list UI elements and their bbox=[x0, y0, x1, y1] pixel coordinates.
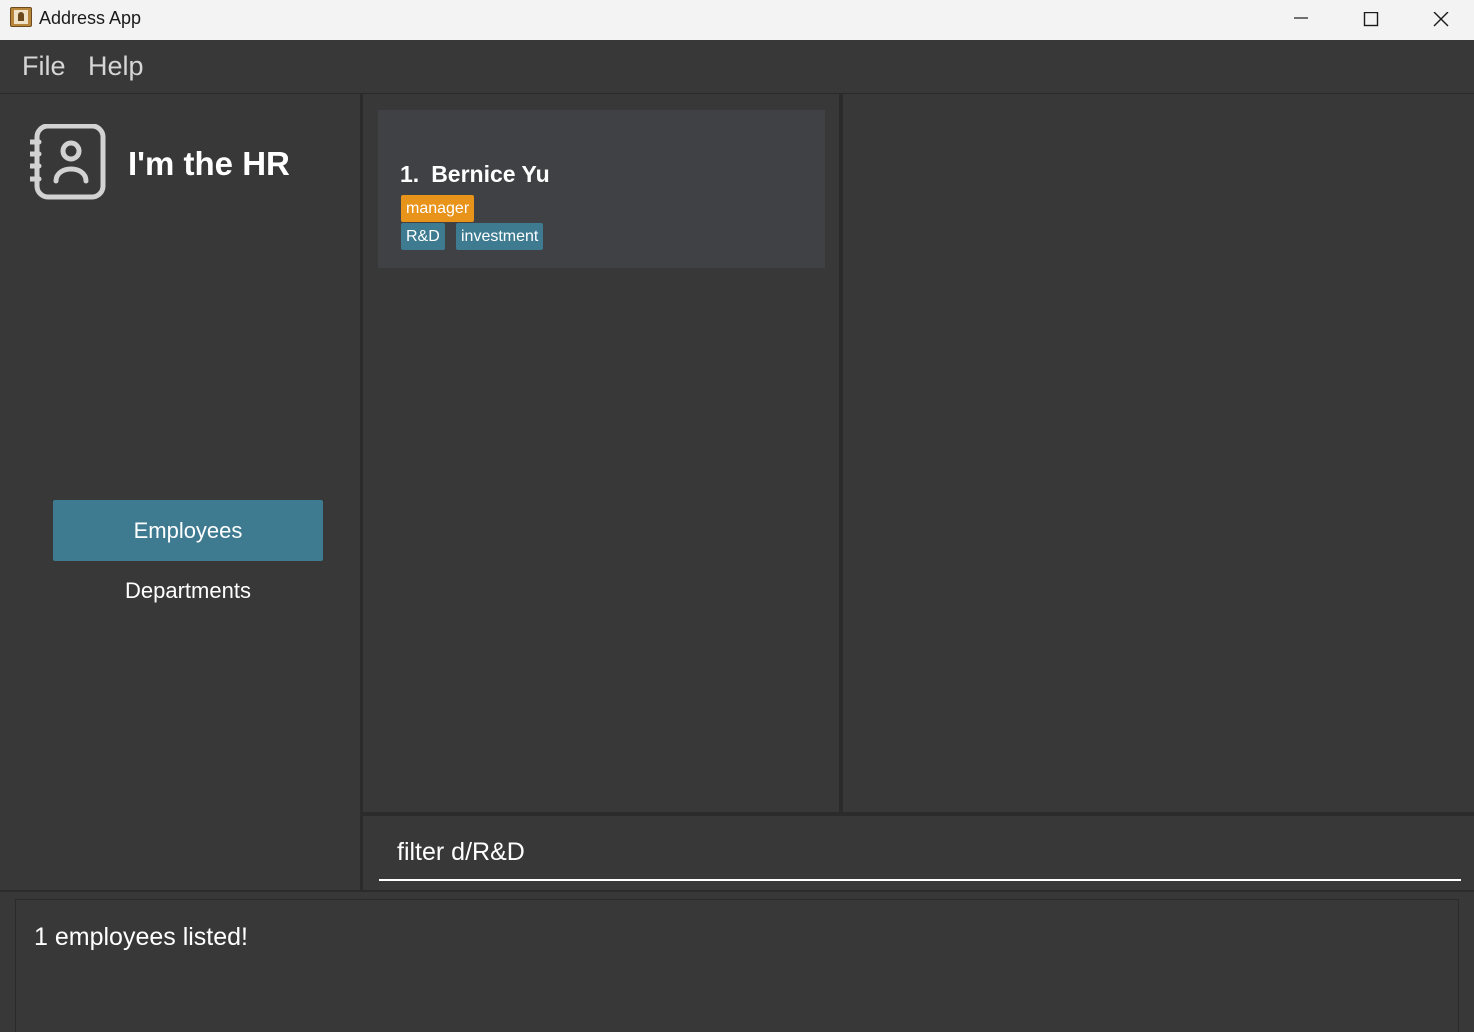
close-button[interactable] bbox=[1406, 0, 1474, 40]
nav-employees-button[interactable]: Employees bbox=[53, 500, 323, 561]
employee-index: 1. bbox=[400, 161, 420, 187]
close-icon bbox=[1433, 12, 1449, 27]
result-display[interactable]: 1 employees listed! bbox=[15, 899, 1459, 1032]
result-area: 1 employees listed! bbox=[0, 892, 1474, 1032]
result-message: 1 employees listed! bbox=[34, 923, 249, 951]
department-tag: investment bbox=[456, 223, 544, 250]
menu-bar: File Help bbox=[0, 40, 1474, 94]
minimize-icon bbox=[1294, 17, 1308, 19]
employee-name: Bernice Yu bbox=[431, 161, 550, 187]
window-title: Address App bbox=[39, 8, 142, 28]
employee-name-line: 1. Bernice Yu bbox=[400, 160, 550, 188]
employee-card[interactable]: 1. Bernice Yu manager R&D investment bbox=[378, 110, 825, 268]
sidebar: I'm the HR Employees Departments bbox=[0, 94, 360, 890]
address-book-icon bbox=[10, 7, 32, 27]
department-tag: R&D bbox=[401, 223, 445, 250]
command-input[interactable] bbox=[379, 826, 1461, 881]
role-tag: manager bbox=[401, 195, 475, 222]
menu-file[interactable]: File bbox=[22, 50, 66, 82]
app-brand-title: I'm the HR bbox=[128, 145, 290, 182]
command-area bbox=[363, 816, 1474, 890]
maximize-icon bbox=[1363, 12, 1379, 27]
employee-detail-panel bbox=[843, 94, 1474, 812]
maximize-button[interactable] bbox=[1336, 0, 1406, 40]
menu-help[interactable]: Help bbox=[88, 50, 144, 82]
employee-list-panel: 1. Bernice Yu manager R&D investment bbox=[363, 94, 839, 812]
minimize-button[interactable] bbox=[1266, 0, 1336, 40]
nav-departments-button[interactable]: Departments bbox=[53, 560, 323, 621]
contact-book-icon bbox=[30, 124, 106, 200]
title-bar: Address App bbox=[0, 0, 1474, 40]
